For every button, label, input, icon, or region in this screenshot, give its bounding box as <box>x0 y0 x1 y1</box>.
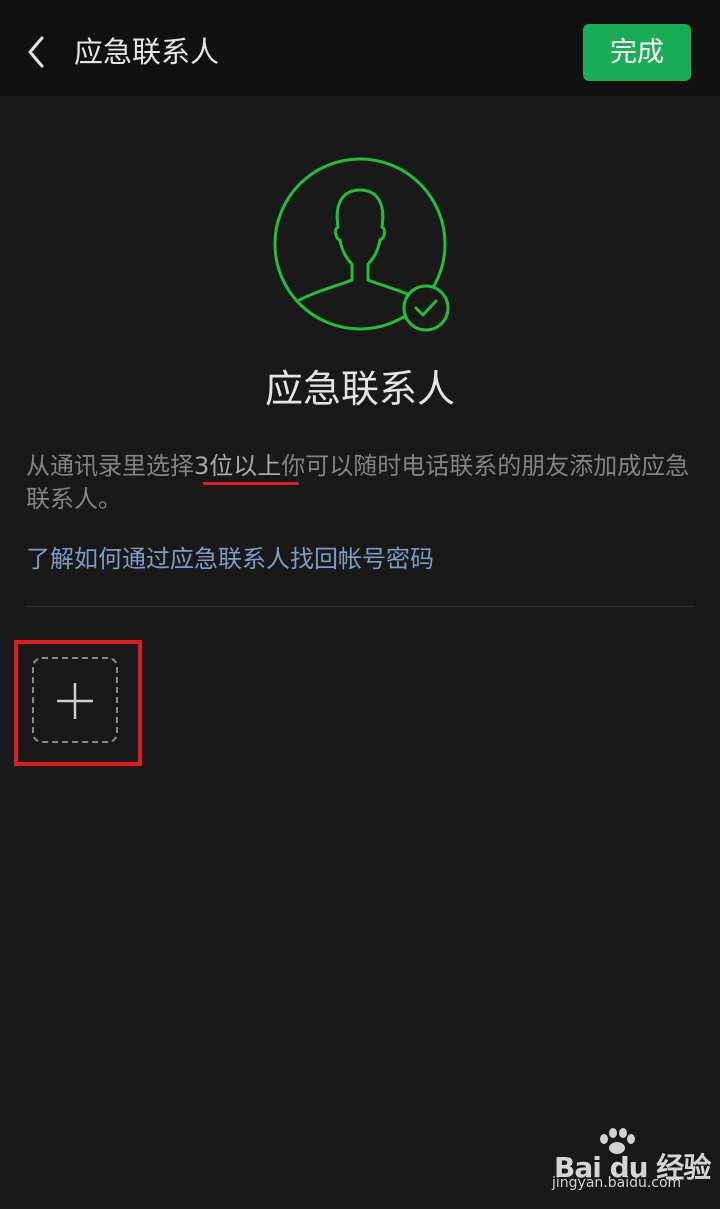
description-part1: 从通讯录里选择 <box>26 452 194 480</box>
back-arrow-icon[interactable] <box>20 30 54 74</box>
watermark-url: jingyan.baidu.com <box>552 1175 682 1191</box>
description-highlight: 3位以上 <box>194 452 282 480</box>
add-contact-button[interactable] <box>32 657 118 743</box>
help-link[interactable]: 了解如何通过应急联系人找回帐号密码 <box>26 540 434 578</box>
divider <box>26 606 694 607</box>
plus-icon <box>57 683 93 719</box>
annotation-underline <box>203 482 299 485</box>
top-bar: 应急联系人 完成 <box>0 0 720 96</box>
section-heading: 应急联系人 <box>264 367 455 411</box>
page-title: 应急联系人 <box>74 35 220 69</box>
description-text: 从通讯录里选择3位以上你可以随时电话联系的朋友添加成应急联系人。 <box>26 450 696 516</box>
user-avatar-icon <box>268 152 454 338</box>
done-button[interactable]: 完成 <box>583 24 691 81</box>
check-badge-icon <box>402 284 450 332</box>
